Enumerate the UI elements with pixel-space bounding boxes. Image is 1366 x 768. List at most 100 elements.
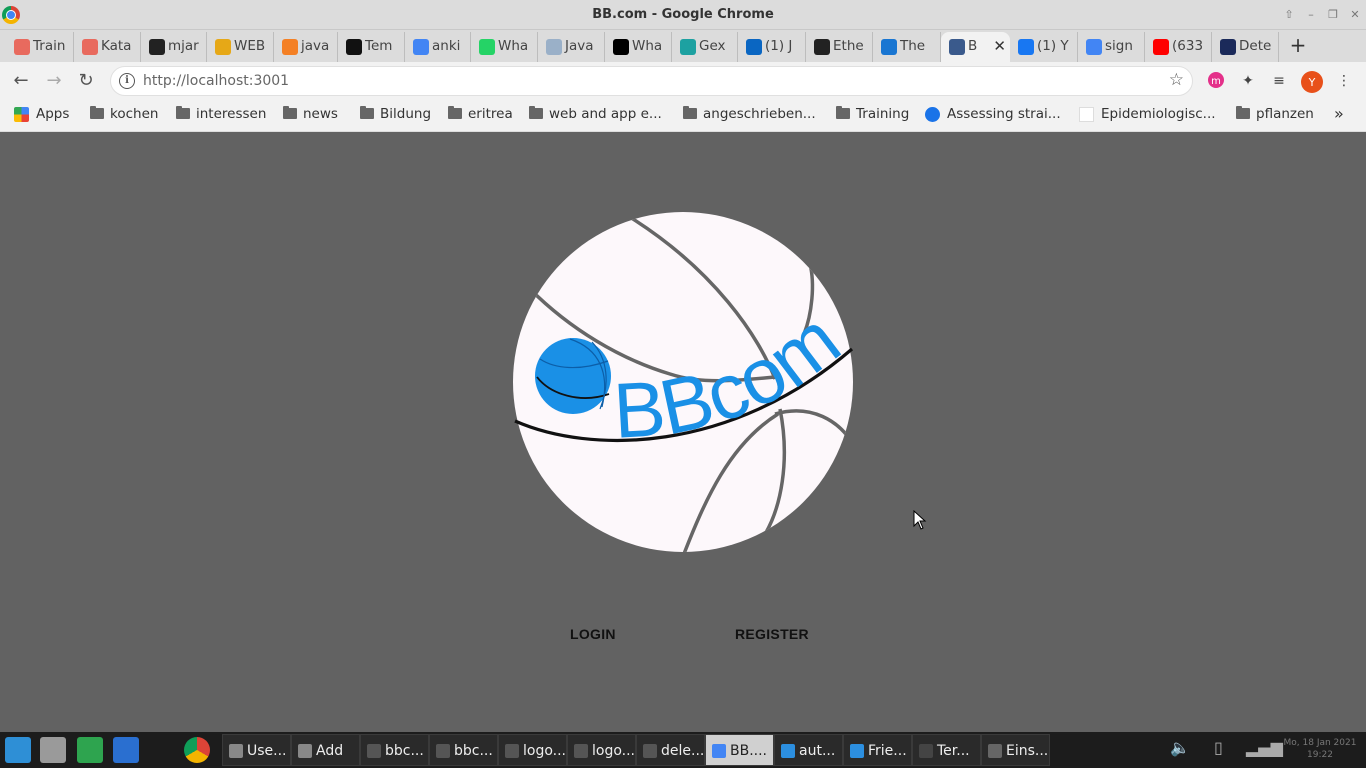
- battery-icon[interactable]: ▯: [1214, 738, 1223, 762]
- window-close-icon[interactable]: ✕: [1346, 7, 1364, 23]
- folder-icon: [683, 106, 697, 119]
- taskbar-task[interactable]: Use...: [222, 734, 291, 766]
- browser-tab[interactable]: sign: [1078, 32, 1145, 62]
- forward-icon[interactable]: →: [43, 70, 65, 92]
- bookmark-item[interactable]: Bildung: [358, 106, 431, 126]
- writer-app-icon[interactable]: [113, 737, 139, 763]
- bookmark-item[interactable]: kochen: [88, 106, 158, 126]
- bookmark-item[interactable]: interessen: [174, 106, 266, 126]
- spreadsheet-app-icon[interactable]: [77, 737, 103, 763]
- extension-icon[interactable]: m: [1206, 71, 1226, 91]
- taskbar-task[interactable]: logo...: [498, 734, 567, 766]
- browser-tab[interactable]: Tem: [338, 32, 405, 62]
- start-menu-icon[interactable]: [5, 737, 31, 763]
- task-app-icon: [643, 744, 657, 758]
- tab-label: Ethe: [833, 38, 864, 54]
- taskbar-task[interactable]: Frie...: [843, 734, 912, 766]
- browser-tab[interactable]: Java: [538, 32, 605, 62]
- window-minimize-icon[interactable]: –: [1302, 7, 1320, 23]
- task-app-icon: [781, 744, 795, 758]
- tab-label: Kata: [101, 38, 132, 54]
- bookmark-item[interactable]: Epidemiologisc...: [1079, 106, 1216, 126]
- task-label: dele...: [661, 743, 705, 759]
- taskbar-task[interactable]: Ter...: [912, 734, 981, 766]
- task-label: aut...: [799, 743, 836, 759]
- taskbar-task[interactable]: Add: [291, 734, 360, 766]
- taskbar-task[interactable]: bbc...: [360, 734, 429, 766]
- browser-tab[interactable]: mjar: [141, 32, 207, 62]
- svg-text:m: m: [1211, 76, 1221, 87]
- browser-tab[interactable]: Gex: [672, 32, 738, 62]
- tab-label: Tem: [365, 38, 393, 54]
- browser-tab[interactable]: Train: [6, 32, 74, 62]
- volume-icon[interactable]: 🔈: [1170, 738, 1190, 762]
- taskbar-task[interactable]: aut...: [774, 734, 843, 766]
- tab-label: (633: [1172, 38, 1204, 54]
- tab-favicon-icon: [814, 39, 830, 55]
- menu-kebab-icon[interactable]: ⋮: [1334, 71, 1354, 91]
- media-queue-icon[interactable]: ≡: [1269, 71, 1289, 91]
- tab-label: Train: [33, 38, 66, 54]
- address-bar[interactable]: i http://localhost:3001 ☆: [110, 66, 1193, 96]
- browser-tab[interactable]: java: [274, 32, 338, 62]
- back-icon[interactable]: ←: [10, 70, 32, 92]
- browser-tab[interactable]: Wha: [471, 32, 538, 62]
- browser-tab[interactable]: Dete: [1212, 32, 1279, 62]
- bookmark-label: web and app e...: [549, 106, 662, 122]
- mouse-cursor-icon: [913, 510, 927, 530]
- register-link[interactable]: REGISTER: [735, 626, 809, 642]
- chrome-launcher-icon[interactable]: [184, 737, 210, 763]
- bookmarks-overflow-icon[interactable]: »: [1334, 106, 1344, 126]
- browser-tab[interactable]: Wha: [605, 32, 672, 62]
- folder-icon: [176, 106, 190, 119]
- site-info-icon[interactable]: i: [119, 73, 135, 89]
- profile-avatar[interactable]: Y: [1301, 71, 1323, 93]
- browser-tab[interactable]: The: [873, 32, 941, 62]
- tab-close-icon[interactable]: ✕: [993, 37, 1006, 55]
- extensions-puzzle-icon[interactable]: ✦: [1238, 71, 1258, 91]
- system-clock[interactable]: Mo, 18 Jan 2021 19:22: [1274, 737, 1366, 761]
- task-app-icon: [574, 744, 588, 758]
- tab-label: Java: [565, 38, 594, 54]
- taskbar-task[interactable]: BB....: [705, 734, 774, 766]
- profile-initial: Y: [1308, 76, 1316, 89]
- bookmark-item[interactable]: web and app e...: [527, 106, 662, 126]
- browser-tab[interactable]: (1) J: [738, 32, 806, 62]
- bookmark-item[interactable]: pflanzen: [1234, 106, 1314, 126]
- bookmark-item[interactable]: Apps: [14, 106, 69, 126]
- bookmark-item[interactable]: eritrea: [446, 106, 513, 126]
- task-app-icon: [436, 744, 450, 758]
- browser-tab[interactable]: Ethe: [806, 32, 873, 62]
- login-link[interactable]: LOGIN: [570, 626, 616, 642]
- window-pin-icon[interactable]: ⇧: [1280, 7, 1298, 23]
- bookmark-item[interactable]: news: [281, 106, 338, 126]
- browser-tab[interactable]: (1) Y: [1010, 32, 1078, 62]
- bookmark-label: kochen: [110, 106, 159, 122]
- bookmark-item[interactable]: Assessing strai...: [925, 106, 1061, 126]
- browser-tab[interactable]: B ✕: [941, 32, 1010, 62]
- folder-icon: [360, 106, 374, 119]
- reload-icon[interactable]: ↻: [75, 70, 97, 92]
- taskbar-task[interactable]: bbc...: [429, 734, 498, 766]
- page-content: BBcom LOGIN REGISTER: [0, 133, 1366, 732]
- browser-tab[interactable]: WEB: [207, 32, 274, 62]
- browser-tab[interactable]: Kata: [74, 32, 141, 62]
- bookmark-label: Assessing strai...: [947, 106, 1061, 122]
- tab-favicon-icon: [949, 39, 965, 55]
- new-tab-icon[interactable]: +: [1288, 35, 1308, 57]
- browser-tab[interactable]: (633: [1145, 32, 1212, 62]
- browser-toolbar: ← → ↻ i http://localhost:3001 ☆ m ✦ ≡ Y …: [0, 62, 1366, 100]
- bookmark-star-icon[interactable]: ☆: [1169, 70, 1184, 90]
- bookmark-item[interactable]: Training: [834, 106, 909, 126]
- tab-label: mjar: [168, 38, 199, 54]
- taskbar-task[interactable]: dele...: [636, 734, 705, 766]
- taskbar-task[interactable]: logo...: [567, 734, 636, 766]
- taskbar-task[interactable]: Eins...: [981, 734, 1050, 766]
- browser-tab[interactable]: anki: [405, 32, 471, 62]
- file-manager-icon[interactable]: [40, 737, 66, 763]
- address-url[interactable]: http://localhost:3001: [143, 73, 289, 89]
- tab-label: java: [301, 38, 330, 54]
- task-label: Add: [316, 743, 344, 759]
- bookmark-item[interactable]: angeschrieben...: [681, 106, 816, 126]
- window-maximize-icon[interactable]: ❐: [1324, 7, 1342, 23]
